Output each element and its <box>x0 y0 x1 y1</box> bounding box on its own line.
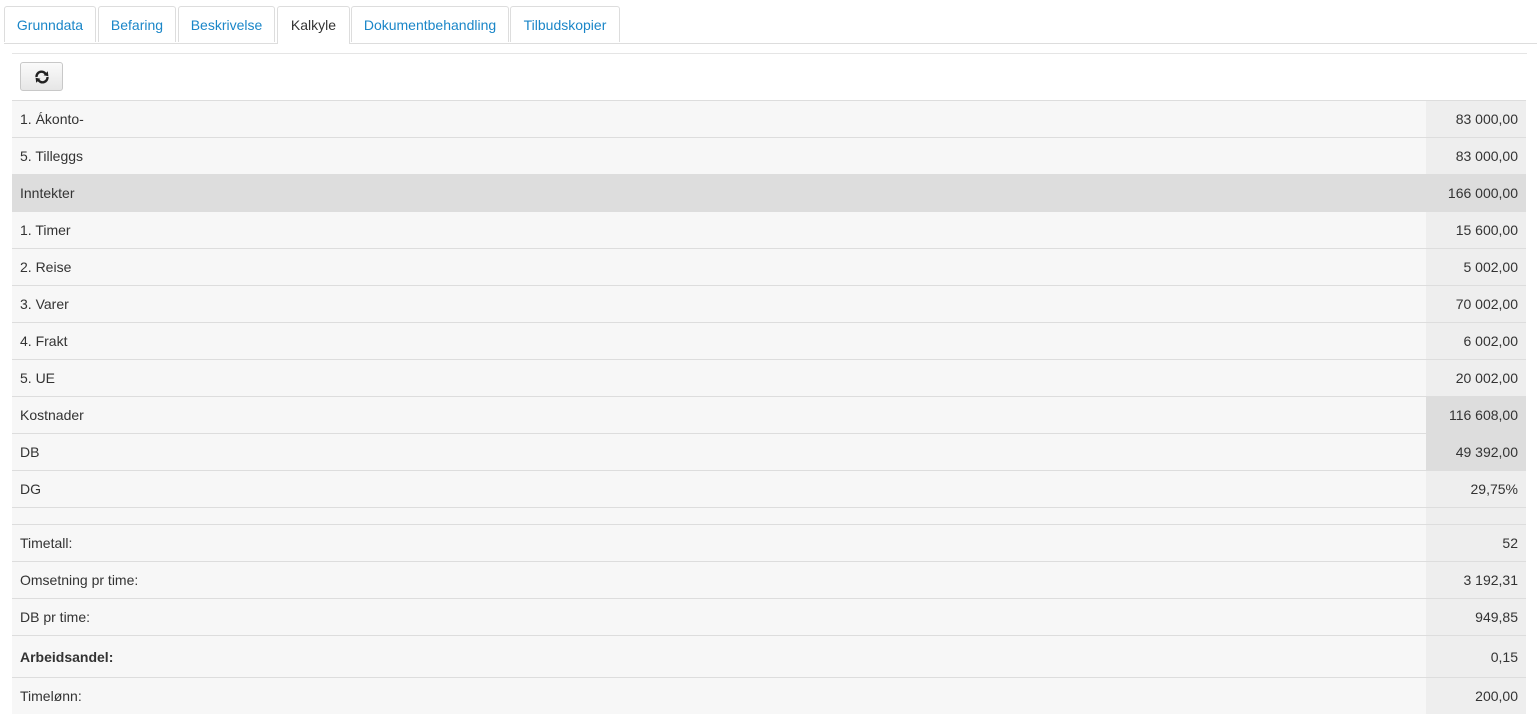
row-value: 15 600,00 <box>1426 212 1526 248</box>
tab-tilbudskopier[interactable]: Tilbudskopier <box>510 6 620 42</box>
table-row: Omsetning pr time: 3 192,31 <box>12 561 1526 598</box>
tab-befaring[interactable]: Befaring <box>98 6 176 42</box>
table-row: 4. Frakt 6 002,00 <box>12 322 1526 359</box>
table-row-arbeidsandel: Arbeidsandel: 0,15 <box>12 635 1526 677</box>
row-value: 70 002,00 <box>1426 286 1526 322</box>
table-row: Timelønn: 200,00 <box>12 677 1526 714</box>
row-label: 5. UE <box>20 370 56 386</box>
refresh-button[interactable] <box>20 62 63 91</box>
row-label: 4. Frakt <box>20 333 68 349</box>
row-label: Arbeidsandel: <box>20 648 114 665</box>
row-value: 29,75% <box>1426 471 1526 507</box>
tab-beskrivelse[interactable]: Beskrivelse <box>178 6 275 42</box>
refresh-icon <box>34 69 49 84</box>
calculation-table: 1. Ákonto- 83 000,00 5. Tilleggs 83 000,… <box>12 100 1526 714</box>
table-row: 2. Reise 5 002,00 <box>12 248 1526 285</box>
content-divider <box>12 53 1527 54</box>
table-row-db: DB 49 392,00 <box>12 433 1526 470</box>
table-row-kostnader: Kostnader 116 608,00 <box>12 396 1526 433</box>
row-label: Kostnader <box>20 407 84 423</box>
row-value: 116 608,00 <box>1426 397 1526 433</box>
row-label: DB pr time: <box>20 609 91 625</box>
row-value: 5 002,00 <box>1426 249 1526 285</box>
row-value: 166 000,00 <box>1426 175 1526 211</box>
row-label: 1. Ákonto- <box>20 111 84 127</box>
row-label: DG <box>20 481 41 497</box>
table-row: 1. Ákonto- 83 000,00 <box>12 100 1526 137</box>
tab-dokumentbehandling[interactable]: Dokumentbehandling <box>351 6 509 42</box>
table-spacer-row <box>12 507 1526 524</box>
table-row-sum-inntekter: Inntekter 166 000,00 <box>12 174 1526 211</box>
table-row-dg: DG 29,75% <box>12 470 1526 507</box>
tab-grunndata[interactable]: Grunndata <box>4 6 96 42</box>
row-value: 83 000,00 <box>1426 138 1526 174</box>
row-value-empty <box>1426 508 1526 524</box>
row-label: Timelønn: <box>20 688 82 704</box>
row-label: 2. Reise <box>20 259 72 275</box>
row-value: 83 000,00 <box>1426 101 1526 137</box>
row-label: 3. Varer <box>20 296 69 312</box>
row-label: 5. Tilleggs <box>20 148 84 164</box>
row-value: 949,85 <box>1426 599 1526 635</box>
table-row: 5. Tilleggs 83 000,00 <box>12 137 1526 174</box>
row-value: 20 002,00 <box>1426 360 1526 396</box>
row-label: 1. Timer <box>20 222 71 238</box>
table-row: Timetall: 52 <box>12 524 1526 561</box>
tab-bar: Grunndata Befaring Beskrivelse Kalkyle D… <box>4 6 1537 44</box>
row-label: DB <box>20 444 40 460</box>
tab-kalkyle[interactable]: Kalkyle <box>277 6 350 44</box>
row-value: 200,00 <box>1426 678 1526 714</box>
row-value: 3 192,31 <box>1426 562 1526 598</box>
row-value: 49 392,00 <box>1426 434 1526 470</box>
row-label: Inntekter <box>20 185 75 201</box>
table-row: DB pr time: 949,85 <box>12 598 1526 635</box>
table-row: 3. Varer 70 002,00 <box>12 285 1526 322</box>
row-value: 52 <box>1426 525 1526 561</box>
row-value: 0,15 <box>1426 636 1526 677</box>
table-row: 1. Timer 15 600,00 <box>12 211 1526 248</box>
table-row: 5. UE 20 002,00 <box>12 359 1526 396</box>
row-label: Timetall: <box>20 535 73 551</box>
row-value: 6 002,00 <box>1426 323 1526 359</box>
row-label: Omsetning pr time: <box>20 572 139 588</box>
